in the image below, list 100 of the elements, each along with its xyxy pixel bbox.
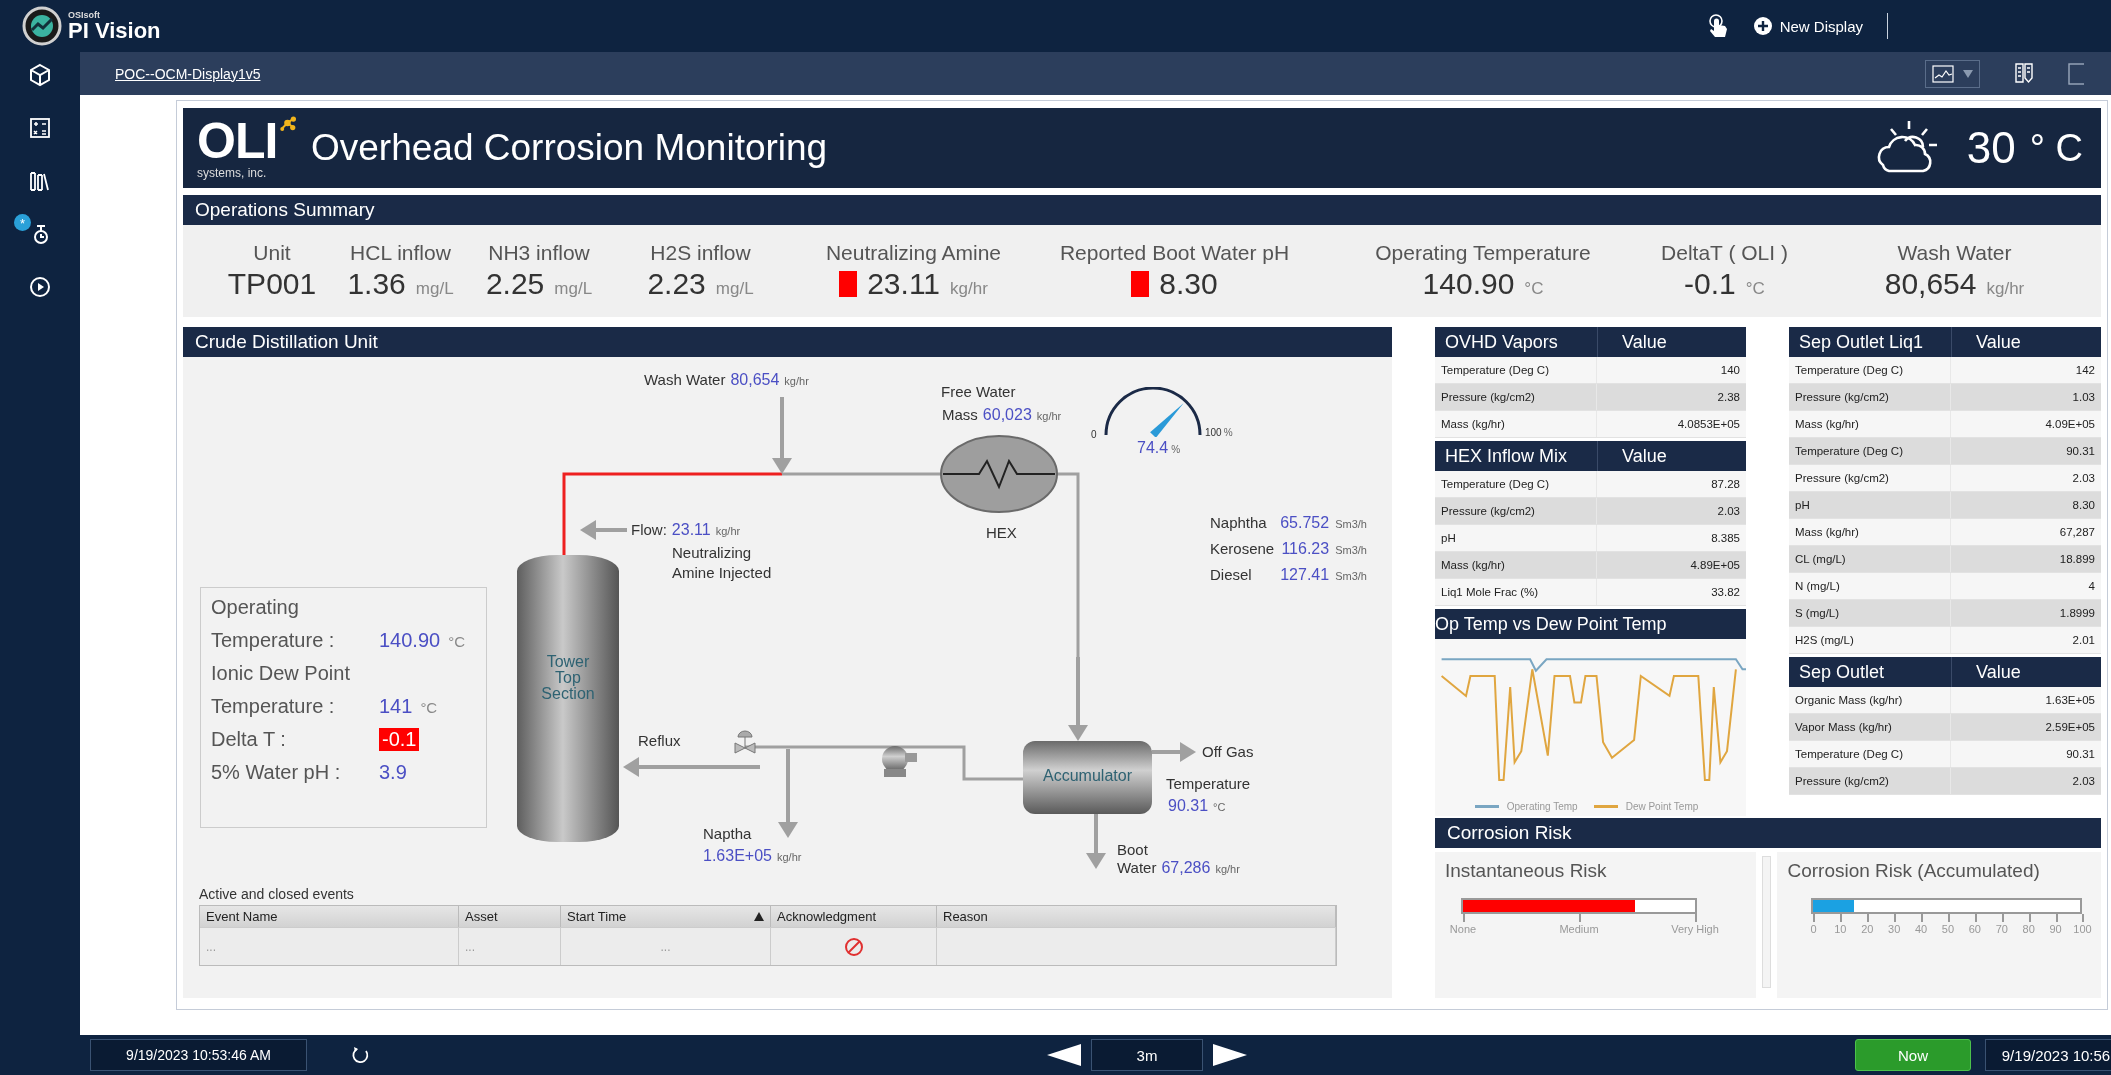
- column-header[interactable]: Asset: [459, 906, 561, 927]
- vessel-label: Tower Top Section: [540, 654, 596, 702]
- diagram-label: Mass: [942, 406, 978, 423]
- forward-icon[interactable]: [1213, 1044, 1247, 1066]
- table-cell: S (mg/L): [1789, 600, 1951, 626]
- condition-value: 3.9: [379, 761, 407, 784]
- value-text: 90.31: [1168, 797, 1209, 815]
- column-header[interactable]: Start Time: [561, 906, 771, 927]
- new-display-button[interactable]: New Display: [1750, 12, 1865, 40]
- company-subtitle: systems, inc.: [197, 166, 268, 180]
- summary-label: Operating Temperature: [1375, 241, 1591, 265]
- condition-value: 141: [379, 695, 413, 718]
- table-cell: ...: [561, 927, 771, 965]
- brand-caption: OSIsoft: [68, 10, 101, 20]
- refresh-icon[interactable]: [351, 1045, 371, 1065]
- unit-text: Sm3/h: [1335, 570, 1367, 582]
- summary-value: 2.23: [647, 267, 706, 301]
- display-link[interactable]: POC--OCM-Display1v5: [115, 65, 261, 82]
- scale-label: 0: [1810, 923, 1817, 935]
- table-cell-text: 90.31: [2065, 747, 2096, 762]
- table-cell-text: 2.59E+05: [2044, 720, 2096, 735]
- panel-title: Corrosion Risk (Accumulated): [1787, 860, 2041, 882]
- unit-text: °C: [448, 633, 466, 650]
- alarm-indicator: [1131, 271, 1150, 297]
- panel-title: Instantaneous Risk: [1445, 860, 1608, 882]
- unit-text: Sm3/h: [1335, 544, 1367, 556]
- value-text: 127.41: [1280, 566, 1330, 584]
- diagram-label: Boot: [1117, 841, 1148, 858]
- diagram-label: Flow:: [631, 521, 667, 538]
- end-time-field[interactable]: 9/19/2023 10:56: [1985, 1039, 2111, 1071]
- start-time-field[interactable]: 9/19/2023 10:53:46 AM: [90, 1039, 307, 1071]
- table-cell: Liq1 Mole Frac (%): [1435, 579, 1597, 605]
- trend-button[interactable]: [1925, 59, 1980, 88]
- table-cell-text: 4: [2087, 579, 2096, 594]
- cube-icon[interactable]: [28, 63, 52, 87]
- table-cell: ...: [200, 927, 459, 965]
- summary-value: 8.30: [1159, 267, 1218, 301]
- prohibited-icon[interactable]: [843, 936, 864, 957]
- table-cell: Mass (kg/hr): [1789, 519, 1951, 545]
- table-cell-text: 87.28: [1710, 477, 1741, 492]
- valve-icon: [734, 730, 756, 754]
- unit-text: kg/hr: [950, 279, 988, 299]
- column-header[interactable]: Acknowledgment: [771, 906, 937, 927]
- scale-label: None: [1449, 923, 1477, 935]
- scale-label: 90: [2049, 923, 2062, 935]
- condition-label: 5% Water pH :: [211, 761, 342, 784]
- column-title: Value: [1975, 661, 2021, 684]
- table-cell-text: 1.63E+05: [2044, 693, 2096, 708]
- flow-arrow: [580, 520, 627, 540]
- unit-text: mg/L: [554, 279, 593, 299]
- value-text: 60,023: [982, 406, 1032, 424]
- summary-label: Reported Boot Water pH: [1059, 241, 1290, 265]
- table-cell: Pressure (kg/cm2): [1435, 498, 1597, 524]
- column-header[interactable]: Reason: [937, 906, 1336, 927]
- touch-icon[interactable]: [1706, 13, 1729, 39]
- library-icon[interactable]: [28, 169, 52, 193]
- table-cell: Pressure (kg/cm2): [1789, 465, 1951, 491]
- table-cell-text: 4.09E+05: [2044, 417, 2096, 432]
- summary-label: DeltaT ( OLI ): [1661, 241, 1788, 265]
- table-cell: Mass (kg/hr): [1789, 411, 1951, 437]
- legend-label: Dew Point Temp: [1625, 801, 1699, 812]
- duration-field[interactable]: 3m: [1091, 1039, 1203, 1071]
- summary-label: HCL inflow: [350, 241, 451, 265]
- unit-text: %: [1171, 444, 1181, 455]
- calculator-icon[interactable]: [28, 116, 52, 140]
- table-cell-text: 67,287: [2058, 525, 2096, 540]
- panel-icon[interactable]: [2068, 61, 2084, 86]
- summary-value: -0.1: [1684, 267, 1736, 301]
- diagram-label: HEX: [986, 524, 1017, 541]
- product-label: Kerosene: [1210, 540, 1275, 557]
- diagram-label: Water: [1117, 859, 1157, 876]
- unit-text: °C: [1213, 801, 1226, 813]
- gauge-value: 74.4: [1137, 439, 1169, 457]
- diagram-label: Free Water: [941, 383, 1016, 400]
- company-logo: OLI: [197, 116, 278, 166]
- table-cell: ...: [459, 927, 561, 965]
- unit-text: kg/hr: [1986, 279, 2025, 299]
- unit-text: kg/hr: [784, 375, 809, 387]
- diagram-label: Off Gas: [1202, 743, 1254, 760]
- back-icon[interactable]: [1047, 1044, 1081, 1066]
- play-icon[interactable]: [28, 275, 52, 299]
- column-header[interactable]: Event Name: [200, 906, 459, 927]
- condition-value: -0.1: [379, 728, 420, 751]
- unit-text: kg/hr: [1036, 410, 1062, 422]
- columns-icon[interactable]: [2014, 61, 2034, 86]
- summary-value: 23.11: [867, 267, 941, 301]
- table-cell: Mass (kg/hr): [1435, 411, 1597, 437]
- scale-label: 30: [1888, 923, 1901, 935]
- summary-label: Unit: [253, 241, 291, 265]
- table-cell: Temperature (Deg C): [1435, 471, 1597, 497]
- unit-text: Sm3/h: [1335, 518, 1367, 530]
- scale-label: Medium: [1559, 923, 1599, 935]
- condition-label: Ionic Dew Point: [211, 662, 351, 685]
- table-cell-text: 2.03: [1716, 504, 1741, 519]
- flow-arrow: [1086, 814, 1106, 869]
- value-text: 80,654: [730, 371, 780, 389]
- table-cell: CL (mg/L): [1789, 546, 1951, 572]
- table-cell: N (mg/L): [1789, 573, 1951, 599]
- now-button[interactable]: Now: [1855, 1039, 1971, 1071]
- unit-text: kg/hr: [1215, 863, 1240, 875]
